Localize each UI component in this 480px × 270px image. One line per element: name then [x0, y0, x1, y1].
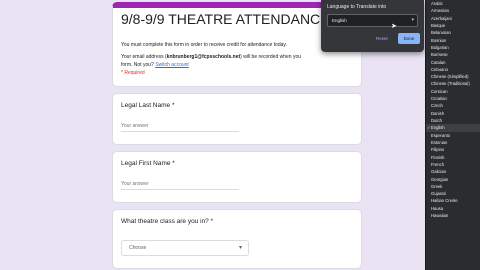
last-name-input[interactable]: Your answer: [121, 121, 239, 132]
language-option[interactable]: Galician: [426, 168, 480, 175]
form-title: 9/8-9/9 THEATRE ATTENDANCE: [121, 11, 330, 27]
language-option[interactable]: Basque: [426, 22, 480, 29]
language-option[interactable]: Azerbaijani: [426, 15, 480, 22]
done-button[interactable]: Done: [398, 33, 420, 44]
theatre-class-select[interactable]: Choose ▾: [121, 240, 249, 256]
language-option[interactable]: English: [426, 124, 480, 132]
user-email: knbrunberg1@fcpsschools.net: [166, 54, 241, 60]
translate-popup-title: Language to Translate into: [327, 4, 387, 10]
language-option[interactable]: Catalan: [426, 59, 480, 66]
language-option[interactable]: Belarusian: [426, 29, 480, 36]
language-option[interactable]: Estonian: [426, 139, 480, 146]
language-option[interactable]: Chinese (Simplified): [426, 73, 480, 80]
switch-account-prefix: form. Not you?: [121, 62, 154, 68]
language-option[interactable]: Cebuano: [426, 66, 480, 73]
language-option[interactable]: Georgian: [426, 176, 480, 183]
reset-button[interactable]: Reset: [376, 36, 388, 41]
language-option[interactable]: Hawaiian: [426, 212, 480, 219]
question-last-name: Legal Last Name * Your answer: [112, 93, 362, 145]
language-option[interactable]: Burmese: [426, 51, 480, 58]
language-option[interactable]: Greek: [426, 183, 480, 190]
language-list: Arabic Armenian Azerbaijani Basque Belarusia…: [425, 0, 480, 270]
chevron-down-icon: ▾: [238, 245, 242, 251]
language-option[interactable]: Hausa: [426, 205, 480, 212]
required-note: * Required: [121, 70, 145, 76]
switch-account-link[interactable]: Switch account: [155, 62, 189, 68]
language-select[interactable]: English ▾: [327, 14, 418, 27]
chevron-down-icon: ▾: [411, 17, 414, 23]
language-option[interactable]: Czech: [426, 102, 480, 109]
language-option[interactable]: Armenian: [426, 7, 480, 14]
question-first-name: Legal First Name * Your answer: [112, 151, 362, 203]
language-option[interactable]: Danish: [426, 110, 480, 117]
translate-popup: Language to Translate into English ▾ Res…: [321, 0, 424, 52]
email-notice: Your email address (knbrunberg1@fcpsscho…: [121, 54, 301, 60]
language-option[interactable]: Croatian: [426, 95, 480, 102]
question-label: Legal Last Name *: [121, 102, 175, 109]
email-notice-suffix: ) will be recorded when you: [240, 54, 302, 60]
language-option[interactable]: Finnish: [426, 154, 480, 161]
form-description: You must complete this form in order to …: [121, 42, 287, 48]
question-theatre-class: What theatre class are you in? * Choose …: [112, 209, 362, 269]
switch-account-row: form. Not you? Switch account: [121, 62, 189, 68]
language-option[interactable]: Dutch: [426, 117, 480, 124]
language-option[interactable]: Chinese (Traditional): [426, 80, 480, 87]
question-label: What theatre class are you in? *: [121, 218, 214, 225]
language-option[interactable]: Haitian Creole: [426, 197, 480, 204]
language-option[interactable]: Bulgarian: [426, 44, 480, 51]
language-option[interactable]: French: [426, 161, 480, 168]
language-option[interactable]: Filipino: [426, 146, 480, 153]
language-option[interactable]: Arabic: [426, 0, 480, 7]
language-option[interactable]: Corsican: [426, 88, 480, 95]
first-name-input[interactable]: Your answer: [121, 179, 239, 190]
mouse-cursor-icon: ➤: [391, 23, 397, 30]
email-notice-prefix: Your email address (: [121, 54, 167, 60]
language-option[interactable]: Esperanto: [426, 132, 480, 139]
language-select-value: English: [332, 18, 347, 23]
language-option[interactable]: Bosnian: [426, 37, 480, 44]
question-label: Legal First Name *: [121, 160, 175, 167]
language-option[interactable]: Gujarati: [426, 190, 480, 197]
select-value: Choose: [129, 245, 147, 251]
